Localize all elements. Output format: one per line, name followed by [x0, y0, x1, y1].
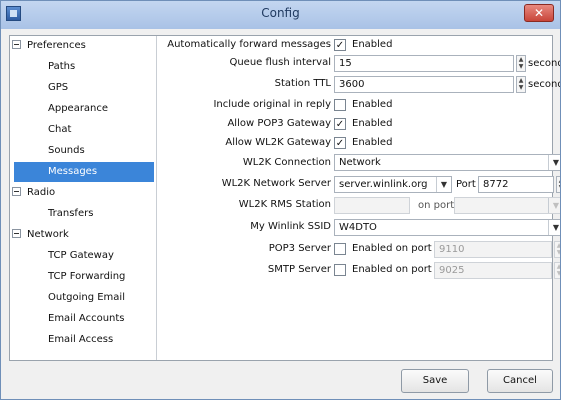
queue-flush-unit: seconds: [528, 58, 560, 69]
queue-flush-input[interactable]: 15: [334, 55, 514, 72]
tree-group-label: Preferences: [27, 40, 86, 51]
checkmark-icon: ✓: [335, 138, 345, 149]
checkmark-icon: ✓: [335, 119, 345, 130]
wl2k-connection-select[interactable]: Network ▼: [334, 154, 560, 171]
sidebar-item-email-access[interactable]: Email Access: [14, 330, 154, 350]
queue-flush-label: Queue flush interval: [229, 57, 331, 68]
wl2k-rms-port-select[interactable]: ▼: [454, 197, 560, 214]
smtp-server-label: SMTP Server: [267, 264, 331, 275]
chevron-down-icon[interactable]: ▼: [548, 198, 560, 213]
include-original-checkbox[interactable]: [334, 99, 346, 111]
sidebar-item-paths[interactable]: Paths: [14, 57, 154, 77]
wl2k-rms-port-label: on port: [418, 200, 455, 211]
sidebar-tree: Preferences Paths GPS Appearance Chat So…: [10, 36, 157, 360]
save-button[interactable]: Save: [401, 369, 469, 393]
sidebar-item-sounds[interactable]: Sounds: [14, 141, 154, 161]
pop3-server-checkbox[interactable]: [334, 243, 346, 255]
allow-wl2k-checkbox[interactable]: ✓: [334, 137, 346, 149]
close-icon: ✕: [533, 6, 545, 20]
allow-wl2k-enabled-label: Enabled: [352, 137, 393, 148]
window-title: Config: [261, 6, 300, 20]
wl2k-rms-input[interactable]: [334, 197, 410, 214]
sidebar-item-chat[interactable]: Chat: [14, 120, 154, 140]
sidebar-item-tcp-forwarding[interactable]: TCP Forwarding: [14, 267, 154, 287]
wl2k-connection-value: Network: [339, 157, 381, 168]
wl2k-connection-label: WL2K Connection: [242, 157, 331, 168]
tree-group-network[interactable]: Network: [12, 225, 152, 245]
pop3-port-input[interactable]: 9110: [434, 241, 552, 258]
sidebar-item-email-accounts[interactable]: Email Accounts: [14, 309, 154, 329]
messages-settings-panel: Automatically forward messages ✓ Enabled…: [156, 36, 560, 360]
cancel-button[interactable]: Cancel: [487, 369, 553, 393]
wl2k-port-input[interactable]: 8772: [478, 176, 554, 193]
smtp-port-spinner[interactable]: ▲ ▼: [554, 262, 560, 279]
close-button[interactable]: ✕: [524, 4, 554, 22]
sidebar-item-gps[interactable]: GPS: [14, 78, 154, 98]
station-ttl-label: Station TTL: [274, 78, 331, 89]
winlink-ssid-value: W4DTO: [339, 222, 377, 233]
wl2k-server-select[interactable]: server.winlink.org ▼: [334, 176, 452, 193]
collapse-icon[interactable]: [12, 39, 21, 49]
tree-group-preferences[interactable]: Preferences: [12, 36, 152, 56]
sidebar-item-messages[interactable]: Messages: [14, 162, 154, 182]
wl2k-port-label: Port: [456, 179, 476, 190]
title-bar[interactable]: Config ✕: [1, 1, 560, 29]
include-original-enabled-label: Enabled: [352, 99, 393, 110]
smtp-port-input[interactable]: 9025: [434, 262, 552, 279]
collapse-icon[interactable]: [12, 228, 21, 238]
checkmark-icon: ✓: [335, 40, 345, 51]
allow-pop3-enabled-label: Enabled: [352, 118, 393, 129]
chevron-down-icon[interactable]: ▼: [548, 220, 560, 235]
auto-forward-label: Automatically forward messages: [167, 39, 331, 50]
allow-pop3-label: Allow POP3 Gateway: [227, 118, 331, 129]
config-window: Config ✕ Preferences Paths GPS Appearanc…: [0, 0, 561, 400]
station-ttl-spinner[interactable]: ▲ ▼: [516, 76, 526, 93]
smtp-server-checkbox[interactable]: [334, 264, 346, 276]
pop3-port-spinner[interactable]: ▲ ▼: [554, 241, 560, 258]
config-content: Preferences Paths GPS Appearance Chat So…: [9, 35, 560, 361]
auto-forward-enabled-label: Enabled: [352, 39, 393, 50]
station-ttl-unit: seconds: [528, 79, 560, 90]
wl2k-rms-label: WL2K RMS Station: [238, 199, 331, 210]
pop3-server-enabled-label: Enabled on port: [352, 243, 432, 254]
sidebar-item-transfers[interactable]: Transfers: [14, 204, 154, 224]
winlink-ssid-select[interactable]: W4DTO ▼: [334, 219, 560, 236]
wl2k-server-value: server.winlink.org: [339, 179, 428, 190]
winlink-ssid-label: My Winlink SSID: [250, 221, 331, 232]
allow-pop3-checkbox[interactable]: ✓: [334, 118, 346, 130]
smtp-server-enabled-label: Enabled on port: [352, 264, 432, 275]
wl2k-server-label: WL2K Network Server: [221, 178, 331, 189]
wl2k-port-spinner[interactable]: ▲▼: [556, 176, 560, 193]
tree-group-label: Radio: [27, 187, 56, 198]
tree-group-radio[interactable]: Radio: [12, 183, 152, 203]
allow-wl2k-label: Allow WL2K Gateway: [225, 137, 331, 148]
station-ttl-input[interactable]: 3600: [334, 76, 514, 93]
collapse-icon[interactable]: [12, 186, 21, 196]
chevron-down-icon[interactable]: ▼: [548, 155, 560, 170]
sidebar-item-appearance[interactable]: Appearance: [14, 99, 154, 119]
queue-flush-spinner[interactable]: ▲ ▼: [516, 55, 526, 72]
chevron-down-icon[interactable]: ▼: [436, 177, 451, 192]
tree-group-label: Network: [27, 229, 69, 240]
sidebar-item-outgoing-email[interactable]: Outgoing Email: [14, 288, 154, 308]
pop3-server-label: POP3 Server: [268, 243, 331, 254]
include-original-label: Include original in reply: [213, 99, 331, 110]
auto-forward-checkbox[interactable]: ✓: [334, 39, 346, 51]
sidebar-item-tcp-gateway[interactable]: TCP Gateway: [14, 246, 154, 266]
